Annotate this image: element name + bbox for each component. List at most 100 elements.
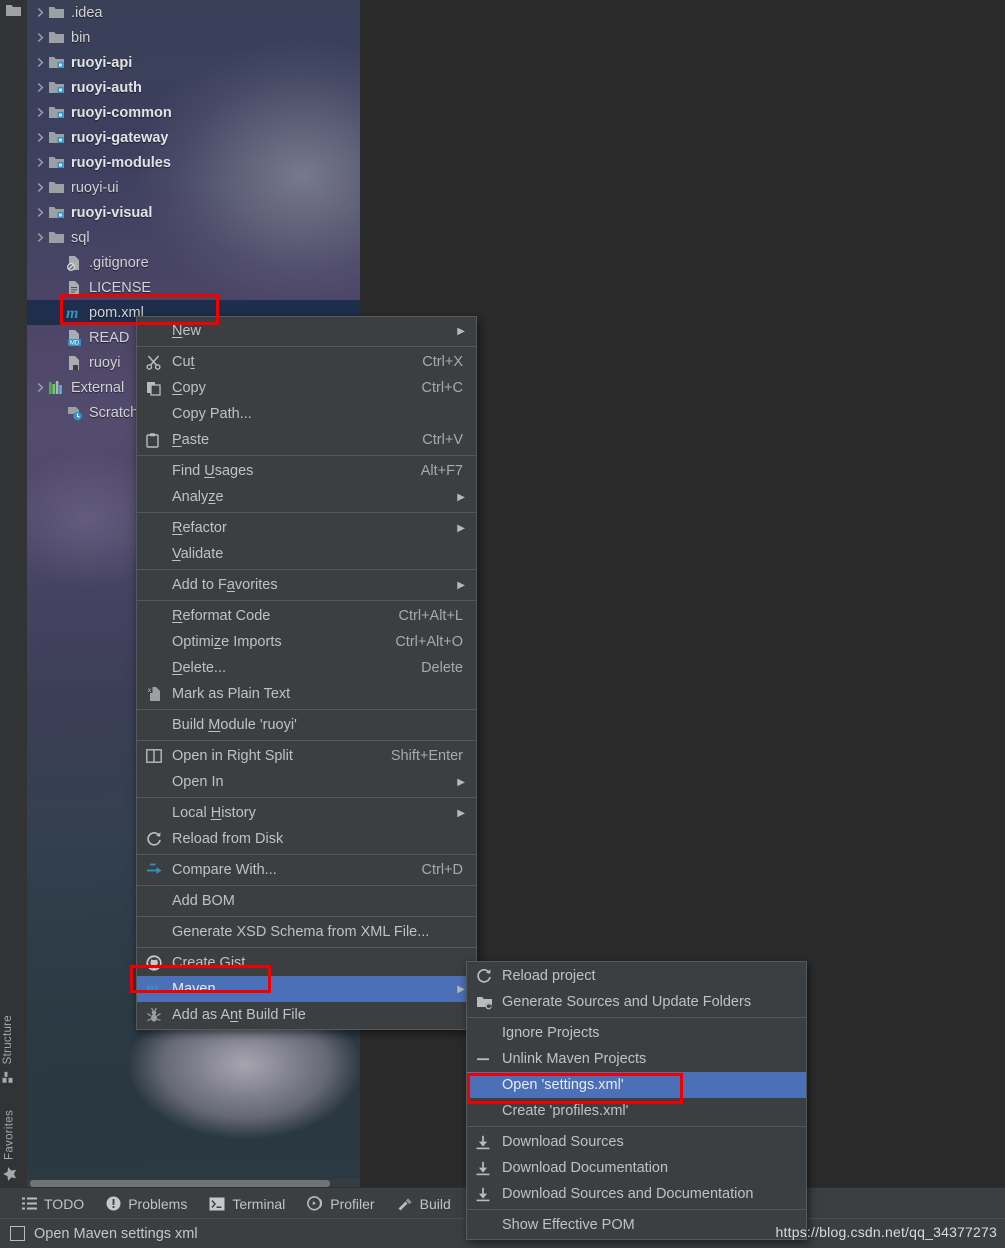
menu-item-label: Reload project xyxy=(502,968,596,984)
chevron-right-icon: ▶ xyxy=(457,776,465,788)
tree-item[interactable]: ruoyi-common xyxy=(27,100,360,125)
clipboard-icon xyxy=(146,432,172,448)
menu-item[interactable]: Build Module 'ruoyi' xyxy=(137,712,476,738)
menu-item-shortcut: Ctrl+X xyxy=(422,354,463,370)
project-folder-icon[interactable] xyxy=(5,4,22,17)
menu-item[interactable]: m Maven ▶ xyxy=(137,976,476,1002)
chevron-right-icon: ▶ xyxy=(457,522,465,534)
tree-item[interactable]: .idea xyxy=(27,0,360,25)
chevron-right-icon[interactable] xyxy=(34,181,47,194)
sidebar-item-favorites[interactable]: Favorites xyxy=(2,1110,17,1181)
status-message: Open Maven settings xml xyxy=(34,1225,198,1242)
menu-item[interactable]: Download Documentation xyxy=(467,1155,806,1181)
chevron-right-icon[interactable] xyxy=(34,206,47,219)
bottom-tool-terminal[interactable]: Terminal xyxy=(209,1196,285,1212)
bottom-tool-problems[interactable]: Problems xyxy=(106,1196,187,1212)
tree-item[interactable]: LICENSE xyxy=(27,275,360,300)
chevron-right-icon[interactable] xyxy=(34,6,47,19)
menu-item[interactable]: Create Gist... xyxy=(137,950,476,976)
bottom-tool-build[interactable]: Build xyxy=(397,1196,451,1212)
menu-item[interactable]: Add BOM xyxy=(137,888,476,914)
menu-item[interactable]: Open 'settings.xml' xyxy=(467,1072,806,1098)
menu-separator xyxy=(137,455,476,456)
menu-item[interactable]: x Mark as Plain Text xyxy=(137,681,476,707)
menu-item[interactable]: Generate XSD Schema from XML File... xyxy=(137,919,476,945)
menu-item[interactable]: Download Sources and Documentation xyxy=(467,1181,806,1207)
menu-item[interactable]: Show Effective POM xyxy=(467,1212,806,1238)
tree-item[interactable]: ruoyi-modules xyxy=(27,150,360,175)
menu-item[interactable]: Create 'profiles.xml' xyxy=(467,1098,806,1124)
menu-item-label: Generate Sources and Update Folders xyxy=(502,994,752,1010)
menu-item-label: Ignore Projects xyxy=(502,1025,600,1041)
menu-separator xyxy=(137,512,476,513)
menu-item[interactable]: Download Sources xyxy=(467,1129,806,1155)
chevron-right-icon[interactable] xyxy=(34,131,47,144)
file-context-menu[interactable]: New ▶ Cut Ctrl+X Copy Ctrl+C Copy Path... Paste… xyxy=(136,316,477,1030)
menu-item-label: Open In xyxy=(172,774,224,790)
chevron-right-icon[interactable] xyxy=(34,81,47,94)
tree-item[interactable]: ruoyi-visual xyxy=(27,200,360,225)
project-hscroll-thumb[interactable] xyxy=(30,1180,330,1187)
menu-item[interactable]: Add as Ant Build File xyxy=(137,1002,476,1028)
bottom-tool-profiler[interactable]: Profiler xyxy=(307,1196,375,1212)
menu-item[interactable]: Reformat Code Ctrl+Alt+L xyxy=(137,603,476,629)
menu-item[interactable]: Ignore Projects xyxy=(467,1020,806,1046)
menu-item[interactable]: Local History ▶ xyxy=(137,800,476,826)
menu-item[interactable]: Reload from Disk xyxy=(137,826,476,852)
menu-item[interactable]: Open In ▶ xyxy=(137,769,476,795)
no-icon xyxy=(146,893,172,909)
menu-item-shortcut: Ctrl+C xyxy=(421,380,464,396)
chevron-right-icon: ▶ xyxy=(457,325,465,337)
menu-item-label: Show Effective POM xyxy=(502,1217,635,1233)
no-icon xyxy=(146,406,172,422)
menu-item[interactable]: Analyze ▶ xyxy=(137,484,476,510)
menu-item[interactable]: Cut Ctrl+X xyxy=(137,349,476,375)
tree-item[interactable]: ruoyi-api xyxy=(27,50,360,75)
github-icon xyxy=(146,955,172,971)
menu-item[interactable]: Validate xyxy=(137,541,476,567)
menu-item[interactable]: Copy Ctrl+C xyxy=(137,375,476,401)
minus-icon xyxy=(476,1051,502,1067)
no-icon xyxy=(476,1077,502,1093)
tree-item[interactable]: ruoyi-ui xyxy=(27,175,360,200)
chevron-right-icon[interactable] xyxy=(34,56,47,69)
menu-item[interactable]: Find Usages Alt+F7 xyxy=(137,458,476,484)
tree-item[interactable]: bin xyxy=(27,25,360,50)
bottom-tool-todo[interactable]: TODO xyxy=(22,1196,84,1212)
menu-item[interactable]: Generate Sources and Update Folders xyxy=(467,989,806,1015)
no-icon xyxy=(146,805,172,821)
menu-item[interactable]: Copy Path... xyxy=(137,401,476,427)
no-icon xyxy=(476,1217,502,1233)
tree-item[interactable]: ruoyi-gateway xyxy=(27,125,360,150)
menu-item[interactable]: Delete... Delete xyxy=(137,655,476,681)
tree-item-label: ruoyi-api xyxy=(71,54,133,71)
menu-item-shortcut: Delete xyxy=(421,660,463,676)
tree-item[interactable]: .gitignore xyxy=(27,250,360,275)
star-icon xyxy=(3,1167,17,1182)
menu-item-label: Unlink Maven Projects xyxy=(502,1051,647,1067)
maven-file-icon: m xyxy=(66,304,79,322)
chevron-right-icon[interactable] xyxy=(34,381,47,394)
menu-item-label: Reformat Code xyxy=(172,608,271,624)
chevron-right-icon[interactable] xyxy=(34,231,47,244)
tree-item-label: ruoyi-visual xyxy=(71,204,153,221)
chevron-right-icon[interactable] xyxy=(34,31,47,44)
menu-item[interactable]: Refactor ▶ xyxy=(137,515,476,541)
menu-item[interactable]: Reload project xyxy=(467,963,806,989)
menu-item[interactable]: Add to Favorites ▶ xyxy=(137,572,476,598)
sidebar-item-structure[interactable]: Structure xyxy=(2,1015,14,1083)
menu-item[interactable]: Optimize Imports Ctrl+Alt+O xyxy=(137,629,476,655)
maven-submenu[interactable]: Reload project Generate Sources and Updat… xyxy=(466,961,807,1240)
menu-item[interactable]: Compare With... Ctrl+D xyxy=(137,857,476,883)
tree-item-label: ruoyi-modules xyxy=(71,154,171,171)
tree-item[interactable]: ruoyi-auth xyxy=(27,75,360,100)
chevron-right-icon[interactable] xyxy=(34,156,47,169)
menu-item[interactable]: Open in Right Split Shift+Enter xyxy=(137,743,476,769)
tree-item[interactable]: sql xyxy=(27,225,360,250)
menu-item[interactable]: Paste Ctrl+V xyxy=(137,427,476,453)
chevron-right-icon[interactable] xyxy=(34,106,47,119)
menu-item-label: Reload from Disk xyxy=(172,831,284,847)
tree-item-label: sql xyxy=(71,229,90,246)
menu-item[interactable]: New ▶ xyxy=(137,318,476,344)
menu-item[interactable]: Unlink Maven Projects xyxy=(467,1046,806,1072)
